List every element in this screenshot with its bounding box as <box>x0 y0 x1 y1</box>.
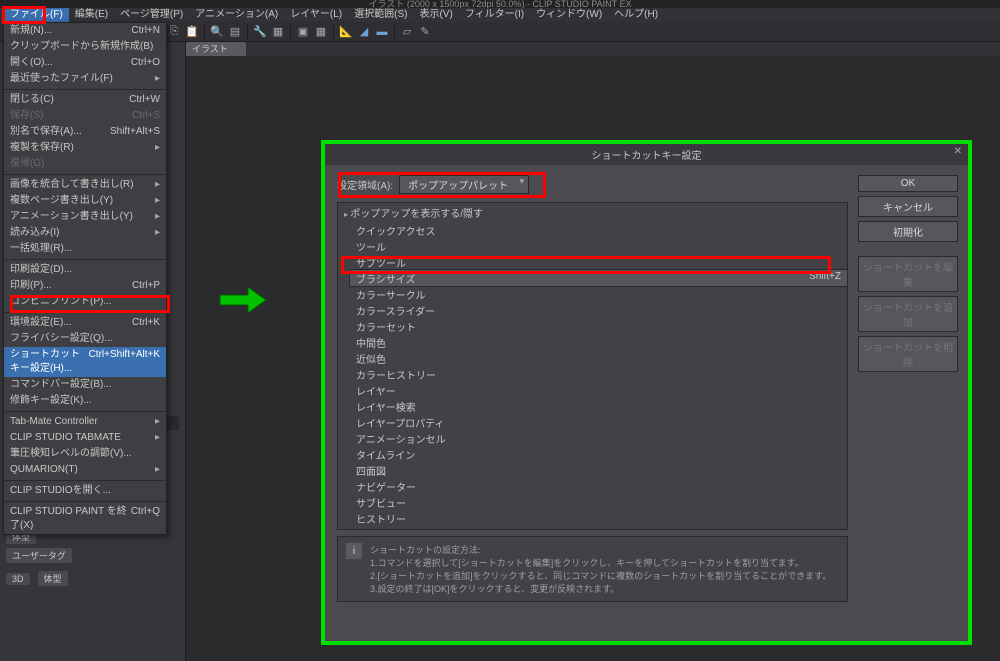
file-menu-item[interactable]: ショートカットキー設定(H)...Ctrl+Shift+Alt+K <box>4 347 166 377</box>
eyedrop-icon[interactable]: ✎ <box>416 24 434 40</box>
menu-9[interactable]: ヘルプ(H) <box>608 8 664 22</box>
menu-bar: ファイル(F)編集(E)ページ管理(P)アニメーション(A)レイヤー(L)選択範… <box>0 8 1000 22</box>
file-menu-item[interactable]: コンビニプリント(P)... <box>4 294 166 310</box>
tree-item[interactable]: ブラシサイズShift+Z <box>349 269 848 287</box>
tree-item[interactable]: 近似色 <box>350 350 847 366</box>
annotation-box-dialog: ショートカットキー設定 ✕ 設定領域(A): ポップアップパレット ポップアップ… <box>321 140 972 645</box>
tree-item[interactable]: オートアクション <box>350 526 847 530</box>
file-menu-item[interactable]: QUMARION(T)▸ <box>4 462 166 478</box>
layers-icon[interactable]: ▣ <box>294 24 312 40</box>
file-menu-item: 保存(S)Ctrl+S <box>4 108 166 124</box>
file-menu-item[interactable]: 複製を保存(R)▸ <box>4 140 166 156</box>
file-menu-item[interactable]: 筆圧検知レベルの調節(V)... <box>4 446 166 462</box>
ruler2-icon[interactable]: ◢ <box>355 24 373 40</box>
tag-button[interactable]: 体型 <box>38 571 68 586</box>
menu-5[interactable]: 選択範囲(S) <box>348 8 413 22</box>
file-menu-item[interactable]: 画像を統合して書き出し(R)▸ <box>4 177 166 193</box>
menu-8[interactable]: ウィンドウ(W) <box>530 8 608 22</box>
setting-area-row: 設定領域(A): ポップアップパレット <box>337 175 848 194</box>
file-menu-item[interactable]: CLIP STUDIO TABMATE▸ <box>4 430 166 446</box>
tab-strip: イラスト <box>186 42 246 56</box>
ok-button[interactable]: OK <box>858 175 958 192</box>
add-shortcut-button[interactable]: ショートカットを追加 <box>858 296 958 332</box>
menu-2[interactable]: ページ管理(P) <box>114 8 189 22</box>
ruler3-icon[interactable]: ▬ <box>373 24 391 40</box>
file-menu-item[interactable]: 最近使ったファイル(F)▸ <box>4 71 166 87</box>
3d-icon[interactable]: ▦ <box>312 24 330 40</box>
tree-item[interactable]: タイムライン <box>350 446 847 462</box>
file-menu-item[interactable]: 修飾キー設定(K)... <box>4 393 166 409</box>
edit-shortcut-button[interactable]: ショートカットを編集 <box>858 256 958 292</box>
file-menu-item[interactable]: アニメーション書き出し(Y)▸ <box>4 209 166 225</box>
annotation-arrow <box>218 285 268 315</box>
window-title: イラスト (2000 x 1500px 72dpi 50.0%) - CLIP … <box>0 0 1000 8</box>
tree-item[interactable]: 四面図 <box>350 462 847 478</box>
file-menu-item[interactable]: 開く(O)...Ctrl+O <box>4 55 166 71</box>
file-menu-item[interactable]: CLIP STUDIO PAINT を終了(X)Ctrl+Q <box>4 504 166 534</box>
menu-3[interactable]: アニメーション(A) <box>189 8 284 22</box>
file-menu-item[interactable]: 新規(N)...Ctrl+N <box>4 23 166 39</box>
file-menu-item[interactable]: 複数ページ書き出し(Y)▸ <box>4 193 166 209</box>
file-menu-item[interactable]: Tab-Mate Controller▸ <box>4 414 166 430</box>
tree-item[interactable]: レイヤー検索 <box>350 398 847 414</box>
dialog-title: ショートカットキー設定 ✕ <box>325 144 968 165</box>
wrench-icon[interactable]: 🔧 <box>251 24 269 40</box>
file-menu-item[interactable]: CLIP STUDIOを開く... <box>4 483 166 499</box>
tree-item[interactable]: ツール <box>350 238 847 254</box>
zoom-icon[interactable]: 🔍 <box>208 24 226 40</box>
ruler1-icon[interactable]: 📐 <box>337 24 355 40</box>
file-menu-item[interactable]: 読み込み(I)▸ <box>4 225 166 241</box>
document-tab[interactable]: イラスト <box>186 42 246 56</box>
file-menu-dropdown: 新規(N)...Ctrl+Nクリップボードから新規作成(B)開く(O)...Ct… <box>3 22 167 535</box>
tree-item[interactable]: カラーヒストリー <box>350 366 847 382</box>
tree-item[interactable]: ヒストリー <box>350 510 847 526</box>
tree-item[interactable]: アニメーションセル <box>350 430 847 446</box>
file-menu-item[interactable]: 印刷設定(D)... <box>4 262 166 278</box>
info-icon: i <box>346 543 362 559</box>
reset-button[interactable]: 初期化 <box>858 221 958 242</box>
tree-item[interactable]: カラースライダー <box>350 302 847 318</box>
menu-7[interactable]: フィルター(I) <box>459 8 530 22</box>
file-menu-item[interactable]: 閉じる(C)Ctrl+W <box>4 92 166 108</box>
command-tree[interactable]: ポップアップを表示する/隠す クイックアクセスツールサブツールブラシサイズShi… <box>337 202 848 530</box>
settings-icon[interactable]: ▦ <box>269 24 287 40</box>
file-menu-item[interactable]: 印刷(P)...Ctrl+P <box>4 278 166 294</box>
close-icon[interactable]: ✕ <box>954 146 962 157</box>
tree-item[interactable]: 中間色 <box>350 334 847 350</box>
tree-group-header[interactable]: ポップアップを表示する/隠す <box>338 203 847 222</box>
menu-0[interactable]: ファイル(F) <box>4 8 69 22</box>
tag-button[interactable]: ユーザータグ <box>6 548 72 563</box>
setting-area-dropdown[interactable]: ポップアップパレット <box>399 175 529 194</box>
menu-6[interactable]: 表示(V) <box>413 8 458 22</box>
menu-1[interactable]: 編集(E) <box>69 8 114 22</box>
delete-shortcut-button[interactable]: ショートカットを削除 <box>858 336 958 372</box>
tree-item[interactable]: カラーセット <box>350 318 847 334</box>
file-menu-item[interactable]: 別名で保存(A)...Shift+Alt+S <box>4 124 166 140</box>
tree-item[interactable]: サブツール <box>350 254 847 270</box>
tree-item[interactable]: レイヤー <box>350 382 847 398</box>
file-menu-item[interactable]: クリップボードから新規作成(B) <box>4 39 166 55</box>
file-menu-item: 復帰(G) <box>4 156 166 172</box>
file-menu-item[interactable]: 環境設定(E)...Ctrl+K <box>4 315 166 331</box>
hint-box: i ショートカットの設定方法:1.コマンドを選択して[ショートカットを編集]をク… <box>337 536 848 602</box>
tag-button[interactable]: 3D <box>6 573 30 585</box>
file-menu-item[interactable]: コマンドバー設定(B)... <box>4 377 166 393</box>
shortcut-dialog: ショートカットキー設定 ✕ 設定領域(A): ポップアップパレット ポップアップ… <box>325 144 968 641</box>
tool-icon[interactable]: ▤ <box>226 24 244 40</box>
menu-4[interactable]: レイヤー(L) <box>284 8 348 22</box>
file-menu-item[interactable]: フライバシー設定(Q)... <box>4 331 166 347</box>
tree-item[interactable]: クイックアクセス <box>350 222 847 238</box>
cancel-button[interactable]: キャンセル <box>858 196 958 217</box>
tree-item[interactable]: ナビゲーター <box>350 478 847 494</box>
file-menu-item[interactable]: 一括処理(R)... <box>4 241 166 257</box>
tree-item[interactable]: レイヤープロパティ <box>350 414 847 430</box>
copy-icon[interactable]: ⎘ <box>165 24 183 40</box>
tree-item[interactable]: カラーサークル <box>350 286 847 302</box>
tree-item[interactable]: サブビュー <box>350 494 847 510</box>
setting-area-label: 設定領域(A): <box>337 177 393 192</box>
help-icon[interactable]: ▱ <box>398 24 416 40</box>
paste-icon[interactable]: 📋 <box>183 24 201 40</box>
